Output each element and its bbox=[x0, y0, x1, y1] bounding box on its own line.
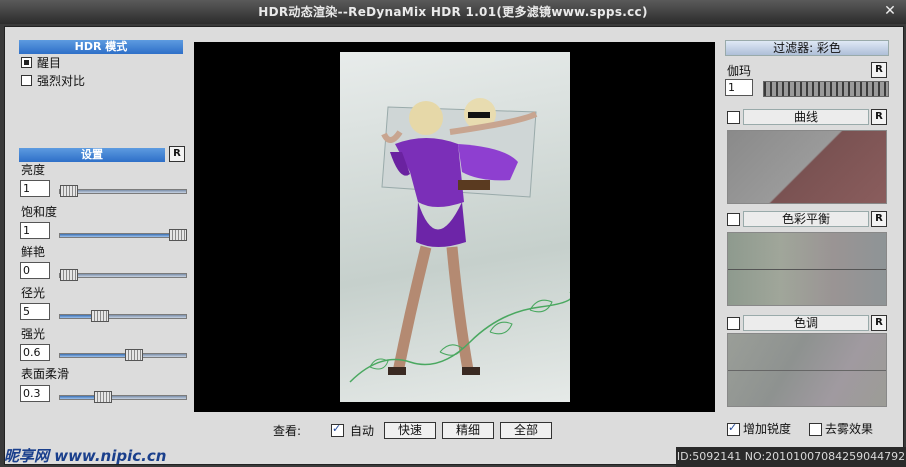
slider-fill bbox=[60, 354, 134, 357]
all-button[interactable]: 全部 bbox=[500, 421, 553, 439]
curves-checkbox[interactable] bbox=[727, 111, 740, 124]
curves-header: 曲线 bbox=[743, 109, 869, 125]
view-label: 查看: bbox=[273, 423, 302, 438]
preview-canvas[interactable] bbox=[194, 42, 715, 412]
smoothness-label: 表面柔滑 bbox=[21, 367, 70, 381]
tone-reset-button[interactable]: R bbox=[871, 315, 887, 331]
app-window: HDR动态渲染--ReDynaMix HDR 1.01(更多滤镜www.spps… bbox=[0, 0, 906, 467]
highlight-field[interactable]: 0.6 bbox=[20, 344, 50, 361]
color-balance-header: 色彩平衡 bbox=[743, 211, 869, 227]
hdr-mode-header: HDR 模式 bbox=[19, 40, 183, 54]
radio-icon[interactable] bbox=[21, 74, 32, 86]
saturation-slider[interactable] bbox=[59, 229, 188, 241]
preview-image bbox=[340, 52, 570, 402]
mode-option-high-contrast[interactable]: 强烈对比 bbox=[21, 72, 85, 88]
fast-button[interactable]: 快速 bbox=[384, 421, 437, 439]
tone-checkbox[interactable] bbox=[727, 317, 740, 330]
radial-field[interactable]: 5 bbox=[20, 303, 50, 320]
auto-checkbox[interactable] bbox=[331, 422, 345, 437]
dialog-body: HDR 模式 醒目 强烈对比 设置 R 亮度 1 饱和度 1 鲜艳 0 径光 5… bbox=[4, 26, 904, 465]
title-bar[interactable]: HDR动态渲染--ReDynaMix HDR 1.01(更多滤镜www.spps… bbox=[0, 0, 906, 24]
settings-reset-button[interactable]: R bbox=[169, 146, 185, 162]
gamma-reset-button[interactable]: R bbox=[871, 62, 887, 78]
sharpen-label: 增加锐度 bbox=[743, 422, 792, 436]
vividness-slider[interactable] bbox=[59, 269, 187, 281]
color-balance-checkbox[interactable] bbox=[727, 213, 740, 226]
tone-preview[interactable] bbox=[727, 333, 887, 407]
brightness-slider[interactable] bbox=[59, 185, 187, 197]
fine-button[interactable]: 精细 bbox=[442, 421, 495, 439]
image-id-bar: ID:5092141 NO:20101007084259044792 bbox=[676, 447, 906, 467]
radial-slider[interactable] bbox=[59, 310, 187, 322]
mode-label: 醒目 bbox=[37, 55, 62, 70]
close-icon[interactable]: ✕ bbox=[882, 3, 898, 19]
brightness-label: 亮度 bbox=[21, 163, 46, 177]
view-bar: 查看: 自动 快速 精细 全部 bbox=[273, 420, 553, 440]
filter-header[interactable]: 过滤器: 彩色 bbox=[725, 40, 889, 56]
tone-header: 色调 bbox=[743, 315, 869, 331]
saturation-field[interactable]: 1 bbox=[20, 222, 50, 239]
mode-label: 强烈对比 bbox=[37, 73, 86, 88]
balance-midline bbox=[728, 269, 886, 270]
auto-label: 自动 bbox=[350, 423, 375, 438]
slider-thumb[interactable] bbox=[59, 269, 78, 281]
slider-thumb[interactable] bbox=[125, 349, 144, 361]
gamma-field[interactable]: 1 bbox=[725, 79, 753, 96]
curves-reset-button[interactable]: R bbox=[871, 109, 887, 125]
dehaze-label: 去雾效果 bbox=[825, 422, 874, 436]
radio-icon[interactable] bbox=[21, 56, 32, 68]
radial-label: 径光 bbox=[21, 286, 46, 300]
tone-midline bbox=[728, 370, 886, 371]
dehaze-checkbox[interactable] bbox=[809, 423, 822, 436]
vividness-label: 鲜艳 bbox=[21, 245, 46, 259]
color-balance-preview[interactable] bbox=[727, 232, 887, 306]
mode-option-striking[interactable]: 醒目 bbox=[21, 54, 61, 70]
gamma-gradient-bar[interactable] bbox=[763, 81, 889, 97]
nipic-watermark: 昵享网 www.nipic.cn bbox=[4, 447, 167, 465]
slider-thumb[interactable] bbox=[93, 391, 112, 403]
highlight-label: 强光 bbox=[21, 327, 46, 341]
smoothness-field[interactable]: 0.3 bbox=[20, 385, 50, 402]
highlight-slider[interactable] bbox=[59, 349, 187, 361]
settings-header: 设置 bbox=[19, 148, 165, 162]
brightness-field[interactable]: 1 bbox=[20, 180, 50, 197]
slider-thumb[interactable] bbox=[59, 185, 78, 197]
slider-fill bbox=[60, 234, 178, 237]
sharpen-checkbox[interactable] bbox=[727, 421, 740, 436]
preview-photo-art bbox=[349, 98, 570, 383]
slider-thumb[interactable] bbox=[91, 310, 110, 322]
gamma-label: 伽玛 bbox=[727, 64, 752, 78]
curves-preview[interactable] bbox=[727, 130, 887, 204]
smoothness-slider[interactable] bbox=[59, 391, 187, 403]
saturation-label: 饱和度 bbox=[21, 205, 58, 219]
vividness-field[interactable]: 0 bbox=[20, 262, 50, 279]
slider-thumb[interactable] bbox=[169, 229, 188, 241]
window-title: HDR动态渲染--ReDynaMix HDR 1.01(更多滤镜www.spps… bbox=[258, 5, 648, 19]
color-balance-reset-button[interactable]: R bbox=[871, 211, 887, 227]
